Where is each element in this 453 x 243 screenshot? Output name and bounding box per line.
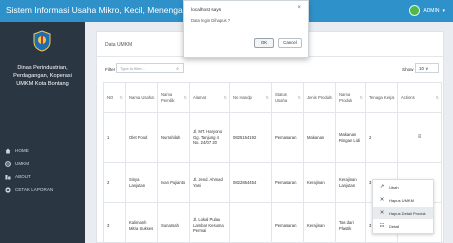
cell-nama-pemilik: Sunarsah [157,202,190,243]
sort-icon: ⇅ [151,95,155,100]
cell-nama-usaha: Kalimanh Mitra Sukses [125,202,158,243]
search-icon: ⌕ [176,66,179,72]
ok-button[interactable]: OK [254,38,274,48]
cell-no: 2 [103,162,126,203]
cell-no-handp [229,202,272,243]
sidebar-item-cetak-laporan[interactable]: CETAK LAPORAN [0,183,85,196]
dialog-message: Data Ingin Dihapus ? [191,18,231,23]
sort-icon: ⇅ [223,95,227,100]
cell-nama-usaha: Sinya Lanjutan [125,162,158,203]
organization-name: Dinas Perindustrian, Perdagangan, Kopera… [13,65,72,87]
user-label: ADMIN [423,7,440,14]
col-header-nama-usaha[interactable]: Nama Usaha ⇅ [125,82,158,113]
show-label: Show [402,67,414,72]
col-header-alamat[interactable]: Alamat ⇅ [189,82,230,113]
col-header-nama-pemilik[interactable]: Nama Pemilik ⇅ [157,82,190,113]
cell-nama-pemilik: Ivan Pujianto [157,162,190,203]
cell-nama-usaha: Olet Food [125,112,158,163]
user-menu[interactable]: ADMIN ▾ [409,5,445,16]
col-header-no-handp[interactable]: No Handp ⇅ [229,82,272,113]
sort-icon: ⇅ [435,95,439,100]
cell-nama-pemilik: Nurrahilah [157,112,190,163]
cell-actions: ≡ [397,112,442,163]
cell-tenaga-kerja: 2 [365,112,398,163]
action-ubah[interactable]: ↗ Ubah [373,181,433,193]
user-avatar [409,5,421,16]
sort-icon: ⇅ [329,95,333,100]
home-icon [5,148,11,153]
page-size-select[interactable]: 10 ∨ [415,63,439,73]
col-header-nama-produk[interactable]: Nama Produk ⇅ [335,82,366,113]
sort-icon: ⇅ [265,95,269,100]
action-hapus-detail-produk[interactable]: ✕ Hapus Detail Produk [373,207,433,219]
confirm-dialog: localhost says × Data Ingin Dihapus ? OK… [183,0,309,58]
sidebar-item-home[interactable]: HOME [0,144,85,157]
col-header-status-usaha[interactable]: Status Usaha ⇅ [271,82,304,113]
print-icon [5,186,11,193]
cell-nama-produk: Tas dari Plastik [335,202,366,243]
col-header-no[interactable]: NO ⇅ [103,82,126,113]
col-header-actions: Actions ⇅ [397,82,442,113]
search-placeholder: Type to filter... [120,66,145,71]
col-header-jenis-produk[interactable]: Jenis Produk ⇅ [303,82,336,113]
sidebar: Dinas Perindustrian, Perdagangan, Kopera… [0,22,85,243]
cell-nama-produk: Makanan Ringan Lidi [335,112,366,163]
cell-alamat: Jl. Jend. Ahmad Yani [189,162,230,203]
cell-nama-produk: Kerajinan Lanjutan [335,162,366,203]
cell-status-usaha: Pemasaran [271,202,304,243]
cell-no-handp: 0825154192 [229,112,272,163]
sort-icon: ⇅ [359,95,363,100]
dialog-title: localhost says [191,8,222,13]
cell-jenis-produk: Kerajinan [303,202,336,243]
gear-icon [5,160,11,167]
row-actions-dropdown: ↗ Ubah ✕ Hapus UMKM ✕ Hapus Detail Produ… [372,179,434,234]
col-header-tenaga-kerja[interactable]: Tenaga Kerja ⇅ [365,82,398,113]
table-header-row: NO ⇅ Nama Usaha ⇅ Nama Pemilik ⇅ Alamat ⇅ No… [103,82,442,113]
search-input[interactable]: Type to filter... ⌕ [116,63,184,73]
sort-icon: ⇅ [183,95,187,100]
action-hapus-umkm[interactable]: ✕ Hapus UMKM [373,194,433,206]
sort-icon: ⇅ [119,95,123,100]
action-detail[interactable]: ☷ Detail [373,220,433,232]
close-icon: ✕ [379,197,385,203]
cell-status-usaha: Pemasaran [271,112,304,163]
grid-icon: ☷ [379,223,385,229]
building-icon [5,174,11,179]
cell-jenis-produk: Kerajinan [303,162,336,203]
cancel-button[interactable]: Cancel [278,38,302,48]
sort-icon: ⇅ [391,95,395,100]
close-icon[interactable]: × [297,5,301,11]
panel-title: Data UMKM [105,42,133,48]
sort-icon: ⇅ [297,95,301,100]
table-row: 1 Olet Food Nurrahilah Jl. MT. Haryono G… [103,112,442,163]
cell-no: 1 [103,112,126,163]
sidebar-menu: HOME UMKM ABOUT CETAK LAPORAN [0,144,85,196]
close-icon: ✕ [379,210,385,216]
cell-alamat: Jl. MT. Haryono Gg. Tanjung 4 No. 24/07 … [189,112,230,163]
city-logo-icon [33,30,51,52]
app-title: Sistem Informasi Usaha Mikro, Kecil, Men… [6,5,188,15]
cell-status-usaha: Pemasaran [271,162,304,203]
cell-jenis-produk: Makanan [303,112,336,163]
sidebar-item-about[interactable]: ABOUT [0,170,85,183]
pin-icon: ↗ [379,184,385,190]
actions-menu-icon[interactable]: ≡ [418,134,422,140]
cell-no: 3 [103,202,126,243]
sidebar-item-umkm[interactable]: UMKM [0,157,85,170]
cell-no-handp: 0822854454 [229,162,272,203]
cell-alamat: Jl. Lokal Pulau Lambar Kesuma Permai [189,202,230,243]
chevron-down-icon: ▾ [442,7,445,14]
filter-label: Filter [105,67,116,72]
